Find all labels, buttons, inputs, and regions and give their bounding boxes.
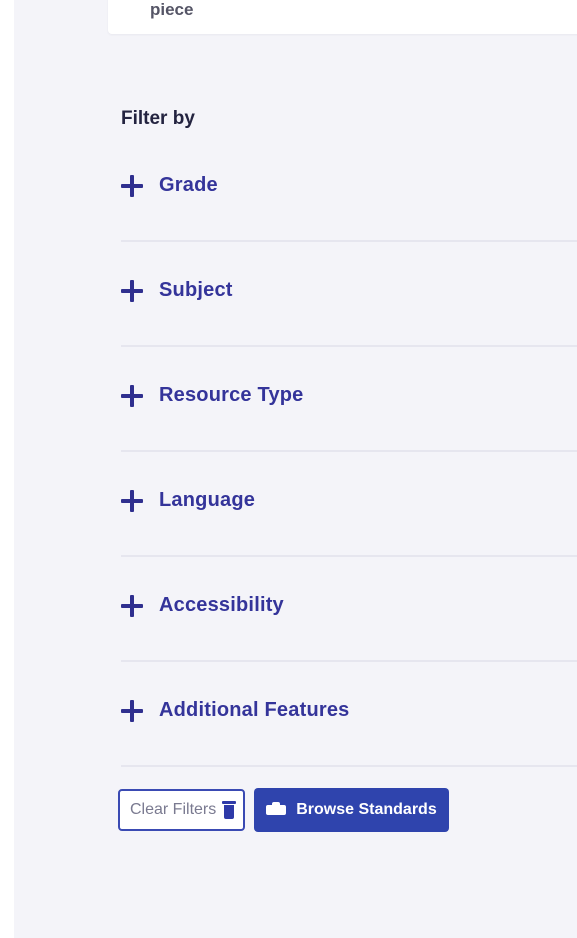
plus-icon (121, 489, 143, 512)
filter-actions: Clear Filters Browse Standards (118, 788, 449, 832)
filter-row: Subject (121, 279, 233, 302)
plus-icon (121, 279, 143, 302)
filter-label: Grade (159, 174, 218, 196)
plus-icon (121, 699, 143, 722)
plus-icon (121, 594, 143, 617)
plus-icon (121, 384, 143, 407)
clear-filters-button[interactable]: Clear Filters (118, 789, 246, 831)
browse-standards-label: Browse Standards (296, 801, 437, 818)
filter-label: Subject (159, 279, 233, 301)
filter-panel: piece Filter by Grade Subject Resource T… (14, 0, 577, 938)
filter-row: Grade (121, 174, 218, 197)
filter-row: Additional Features (121, 699, 350, 722)
filter-list: Grade Subject Resource Type Language Acc… (121, 137, 577, 767)
filter-row: Accessibility (121, 594, 284, 617)
filter-label: Accessibility (159, 594, 284, 616)
filter-additional-features[interactable]: Additional Features (121, 662, 577, 767)
browse-standards-button[interactable]: Browse Standards (254, 788, 449, 832)
filter-heading: Filter by (121, 108, 195, 129)
filter-grade[interactable]: Grade (121, 137, 577, 242)
filter-label: Language (159, 489, 256, 511)
filter-subject[interactable]: Subject (121, 242, 577, 347)
trash-icon (222, 801, 237, 819)
plus-icon (121, 174, 143, 197)
filter-accessibility[interactable]: Accessibility (121, 557, 577, 662)
clear-filters-label: Clear Filters (130, 801, 217, 818)
filter-row: Language (121, 489, 255, 512)
filter-label: Resource Type (159, 384, 304, 406)
filter-resource-type[interactable]: Resource Type (121, 347, 577, 452)
filter-language[interactable]: Language (121, 452, 577, 557)
graduation-cap-icon (264, 802, 288, 818)
search-input[interactable]: piece (108, 0, 577, 34)
search-value: piece (150, 0, 194, 19)
filter-label: Additional Features (159, 699, 350, 721)
filter-row: Resource Type (121, 384, 304, 407)
